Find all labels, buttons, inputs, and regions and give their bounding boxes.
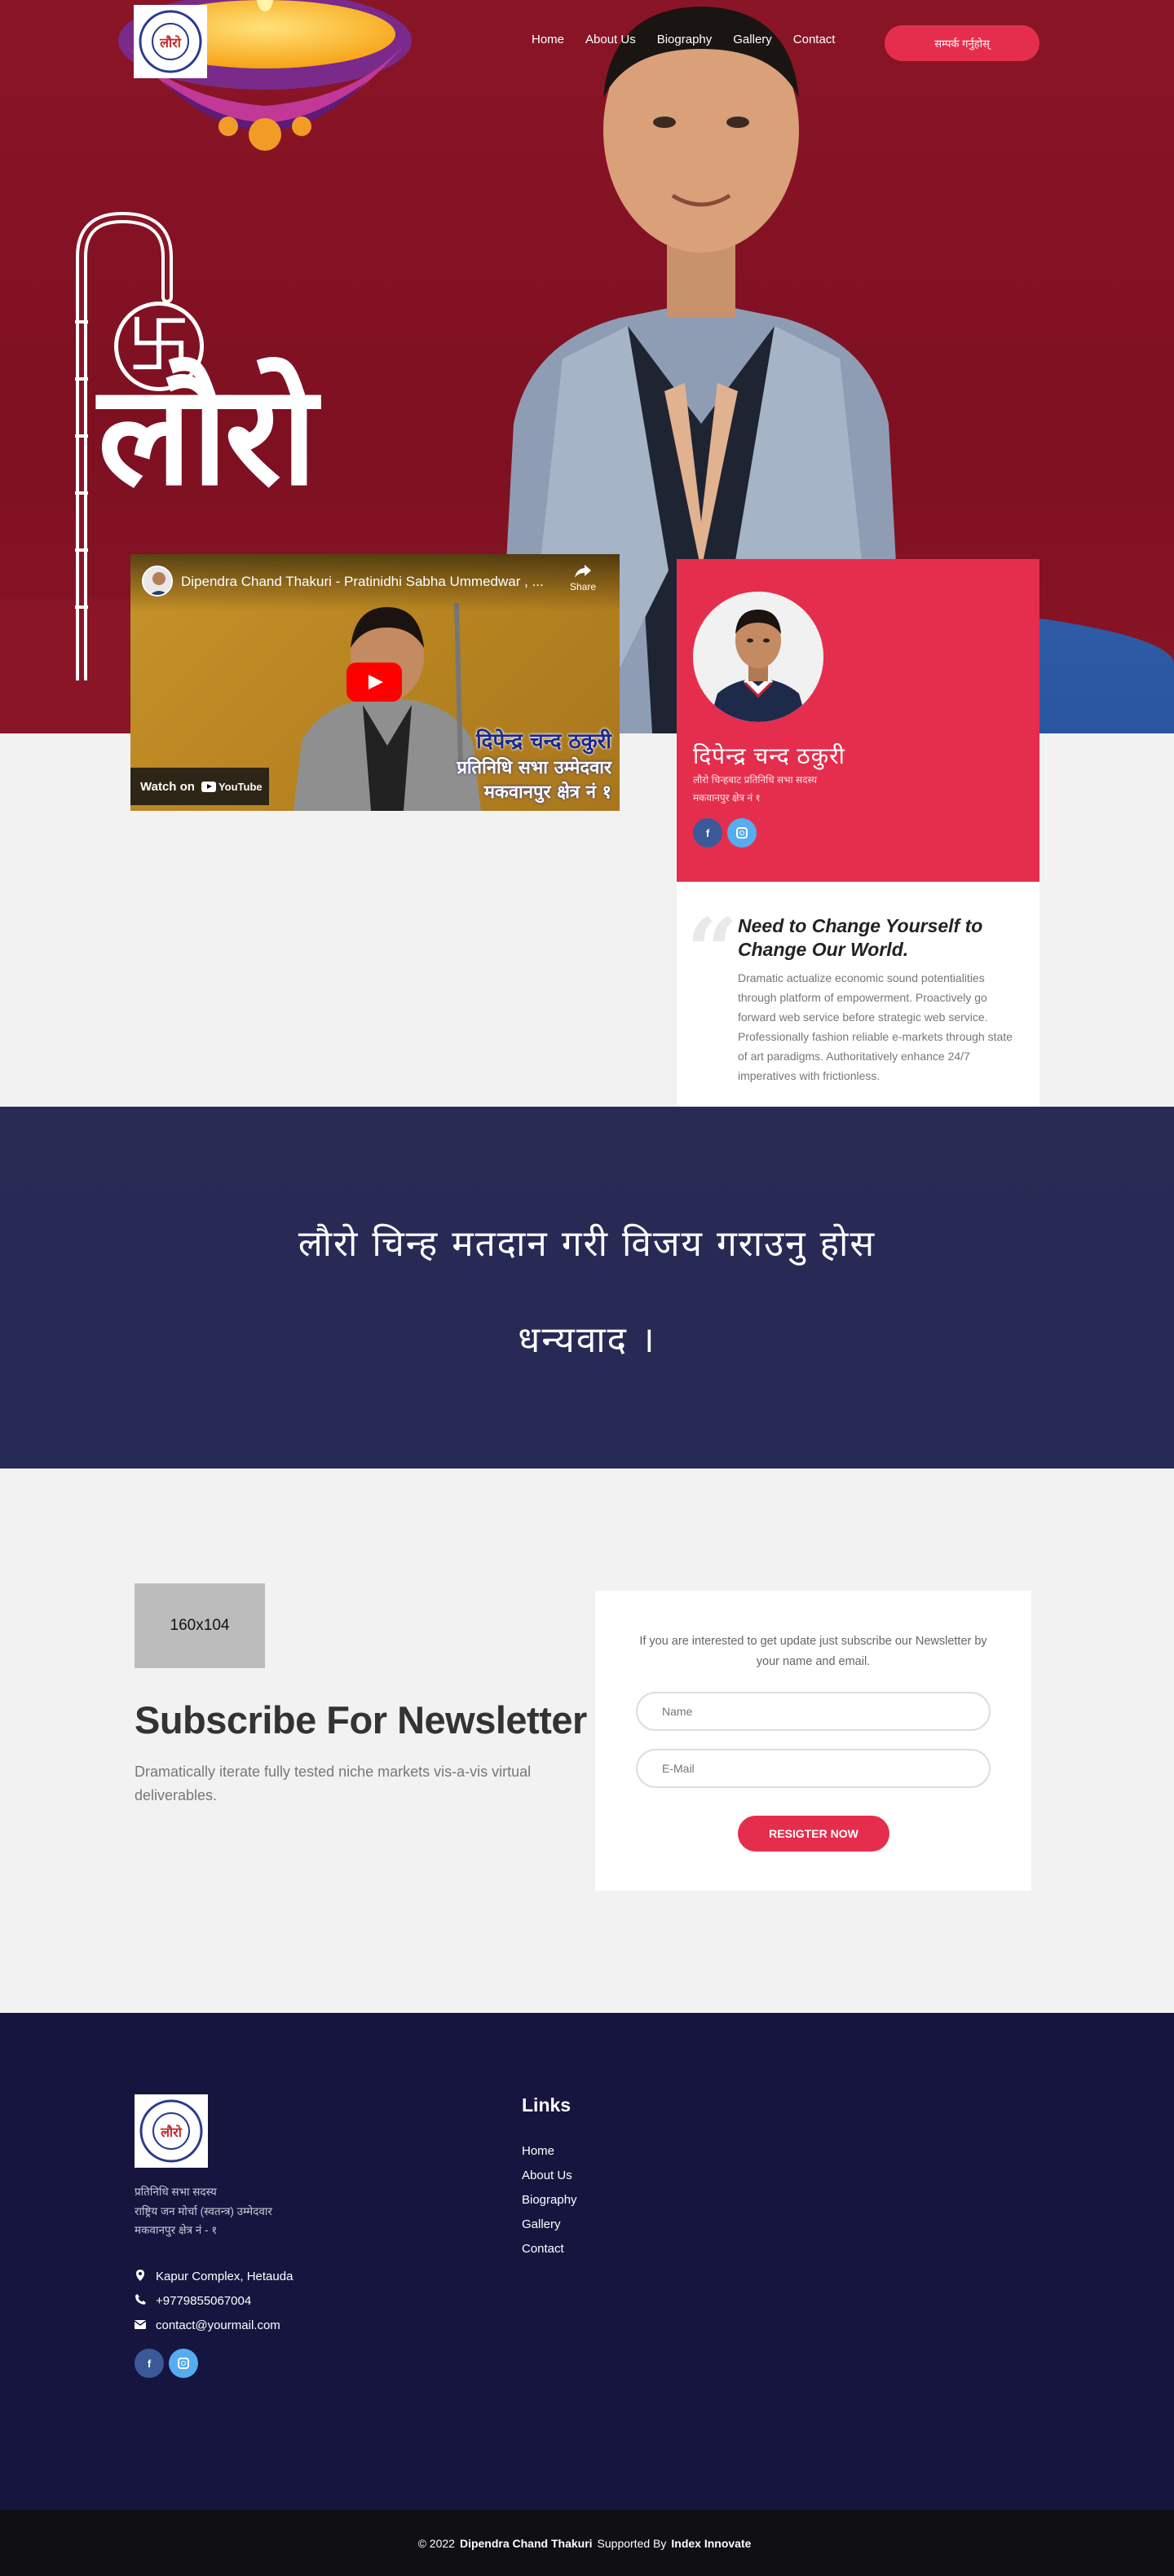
company-link[interactable]: Index Innovate	[671, 2537, 751, 2550]
envelope-icon	[134, 2319, 147, 2332]
profile-card: दिपेन्द्र चन्द ठकुरी लौरो चिन्हबाट प्रति…	[677, 559, 1039, 882]
appeal-banner: लौरो चिन्ह मतदान गरी विजय गराउनु होस धन्…	[0, 1107, 1174, 1469]
instagram-icon[interactable]	[727, 818, 757, 848]
top-navigation: लौरो Home About Us Biography Gallery Con…	[0, 0, 1174, 81]
footer-link-home[interactable]: Home	[522, 2144, 554, 2158]
profile-constituency: मकवानपुर क्षेत्र नं १	[693, 792, 761, 804]
footer-description: प्रतिनिधि सभा सदस्य राष्ट्रिय जन मोर्चा …	[135, 2182, 395, 2240]
footer-links-title: Links	[522, 2094, 572, 2116]
newsletter-intro: If you are interested to get update just…	[639, 1635, 987, 1668]
phone-text: +9779855067004	[156, 2293, 252, 2308]
footer-links-list: Home About Us Biography Gallery Contact	[522, 2144, 577, 2266]
newsletter-form: If you are interested to get update just…	[595, 1591, 1031, 1891]
nav-link-contact[interactable]: Contact	[793, 33, 836, 46]
footer-address: Kapur Complex, Hetauda	[135, 2264, 293, 2288]
quote-title: Need to Change Yourself to Change Our Wo…	[738, 915, 983, 961]
youtube-logo-icon: YouTube	[201, 781, 263, 793]
profile-subtitle: लौरो चिन्हबाट प्रतिनिधि सभा सदस्य	[693, 774, 818, 786]
video-caption-role: प्रतिनिधि सभा उम्मेदवार	[457, 758, 611, 778]
instagram-icon[interactable]	[169, 2349, 198, 2378]
banner-text: लौरो चिन्ह मतदान गरी विजय गराउनु होस धन्…	[163, 1196, 1011, 1389]
footer-link-gallery[interactable]: Gallery	[522, 2217, 561, 2231]
footer-desc-line-3: मकवानपुर क्षेत्र नं - १	[135, 2224, 218, 2237]
facebook-icon[interactable]: f	[693, 818, 722, 848]
play-button-icon[interactable]	[346, 663, 402, 702]
address-text: Kapur Complex, Hetauda	[156, 2269, 294, 2283]
youtube-video-embed[interactable]: Dipendra Chand Thakuri - Pratinidhi Sabh…	[130, 554, 620, 811]
newsletter-placeholder-image: 160x104	[135, 1583, 265, 1668]
footer-logo-emblem-icon: लौरो	[139, 2099, 203, 2163]
video-caption-constituency: मकवानपुर क्षेत्र नं १	[483, 782, 611, 803]
channel-avatar[interactable]	[142, 566, 173, 597]
email-input[interactable]	[636, 1749, 991, 1788]
footer-link-about[interactable]: About Us	[522, 2169, 572, 2182]
profile-name: दिपेन्द्र चन्द ठकुरी	[693, 743, 845, 768]
main-menu: Home About Us Biography Gallery Contact	[532, 33, 856, 46]
phone-icon	[135, 2294, 146, 2307]
banner-line-1: लौरो चिन्ह मतदान गरी विजय गराउनु होस	[298, 1223, 876, 1265]
footer-social-links: f	[135, 2349, 198, 2378]
quote-mark-icon: “	[686, 898, 739, 1003]
video-caption: दिपेन्द्र चन्द ठकुरी प्रतिनिधि सभा उम्मे…	[391, 725, 611, 804]
svg-text:लौरो: लौरो	[160, 2125, 183, 2140]
nav-link-gallery[interactable]: Gallery	[733, 33, 772, 46]
video-share-button[interactable]: Share	[563, 564, 603, 592]
footer-link-contact[interactable]: Contact	[522, 2242, 564, 2256]
video-title[interactable]: Dipendra Chand Thakuri - Pratinidhi Sabh…	[181, 574, 544, 590]
quote-text: Dramatic actualize economic sound potent…	[738, 971, 1013, 1083]
owner-name: Dipendra Chand Thakuri	[459, 2536, 593, 2550]
watch-on-label: Watch on	[140, 779, 195, 794]
email-text: contact@yourmail.com	[156, 2318, 280, 2332]
share-label: Share	[569, 581, 597, 592]
newsletter-description: Dramatically iterate fully tested niche …	[135, 1764, 532, 1803]
footer-link-biography[interactable]: Biography	[522, 2193, 577, 2207]
video-caption-name: दिपेन्द्र चन्द ठकुरी	[475, 729, 611, 754]
nav-link-biography[interactable]: Biography	[657, 33, 713, 46]
newsletter-title: Subscribe For Newsletter	[135, 1698, 587, 1742]
hero-headline: लौरो	[98, 355, 317, 517]
map-pin-icon	[135, 2269, 146, 2283]
copyright-year: © 2022	[417, 2536, 455, 2550]
share-arrow-icon	[575, 565, 591, 578]
copyright-bar: © 2022 Dipendra Chand Thakuri Supported …	[0, 2510, 1174, 2576]
svg-text:लौरो: लौरो	[159, 35, 182, 51]
supported-by-label: Supported By	[597, 2536, 667, 2550]
register-button[interactable]: Resigter Now	[738, 1816, 889, 1852]
profile-social-links: f	[693, 818, 757, 848]
footer-desc-line-2: राष्ट्रिय जन मोर्चा (स्वतन्त्र) उम्मेदवा…	[135, 2204, 272, 2217]
logo-emblem-icon: लौरो	[139, 10, 202, 73]
watch-on-youtube-button[interactable]: Watch on YouTube	[130, 768, 269, 805]
facebook-icon[interactable]: f	[135, 2349, 164, 2378]
nav-link-about[interactable]: About Us	[585, 33, 636, 46]
nav-link-home[interactable]: Home	[532, 33, 564, 46]
site-logo[interactable]: लौरो	[134, 5, 207, 78]
banner-line-2: धन्यवाद ।	[518, 1319, 656, 1361]
footer-phone[interactable]: +9779855067004	[135, 2288, 293, 2313]
profile-avatar	[693, 592, 823, 722]
contact-cta-button[interactable]: सम्पर्क गर्नुहोस्	[885, 25, 1039, 61]
name-input[interactable]	[636, 1692, 991, 1731]
footer-email[interactable]: contact@yourmail.com	[134, 2313, 293, 2337]
footer-logo[interactable]: लौरो	[135, 2094, 208, 2168]
site-footer: लौरो प्रतिनिधि सभा सदस्य राष्ट्रिय जन मो…	[0, 2013, 1174, 2510]
quote-card: “ Need to Change Yourself to Change Our …	[677, 882, 1039, 1110]
footer-desc-line-1: प्रतिनिधि सभा सदस्य	[135, 2186, 217, 2198]
footer-contact-info: Kapur Complex, Hetauda +9779855067004 co…	[134, 2264, 293, 2337]
